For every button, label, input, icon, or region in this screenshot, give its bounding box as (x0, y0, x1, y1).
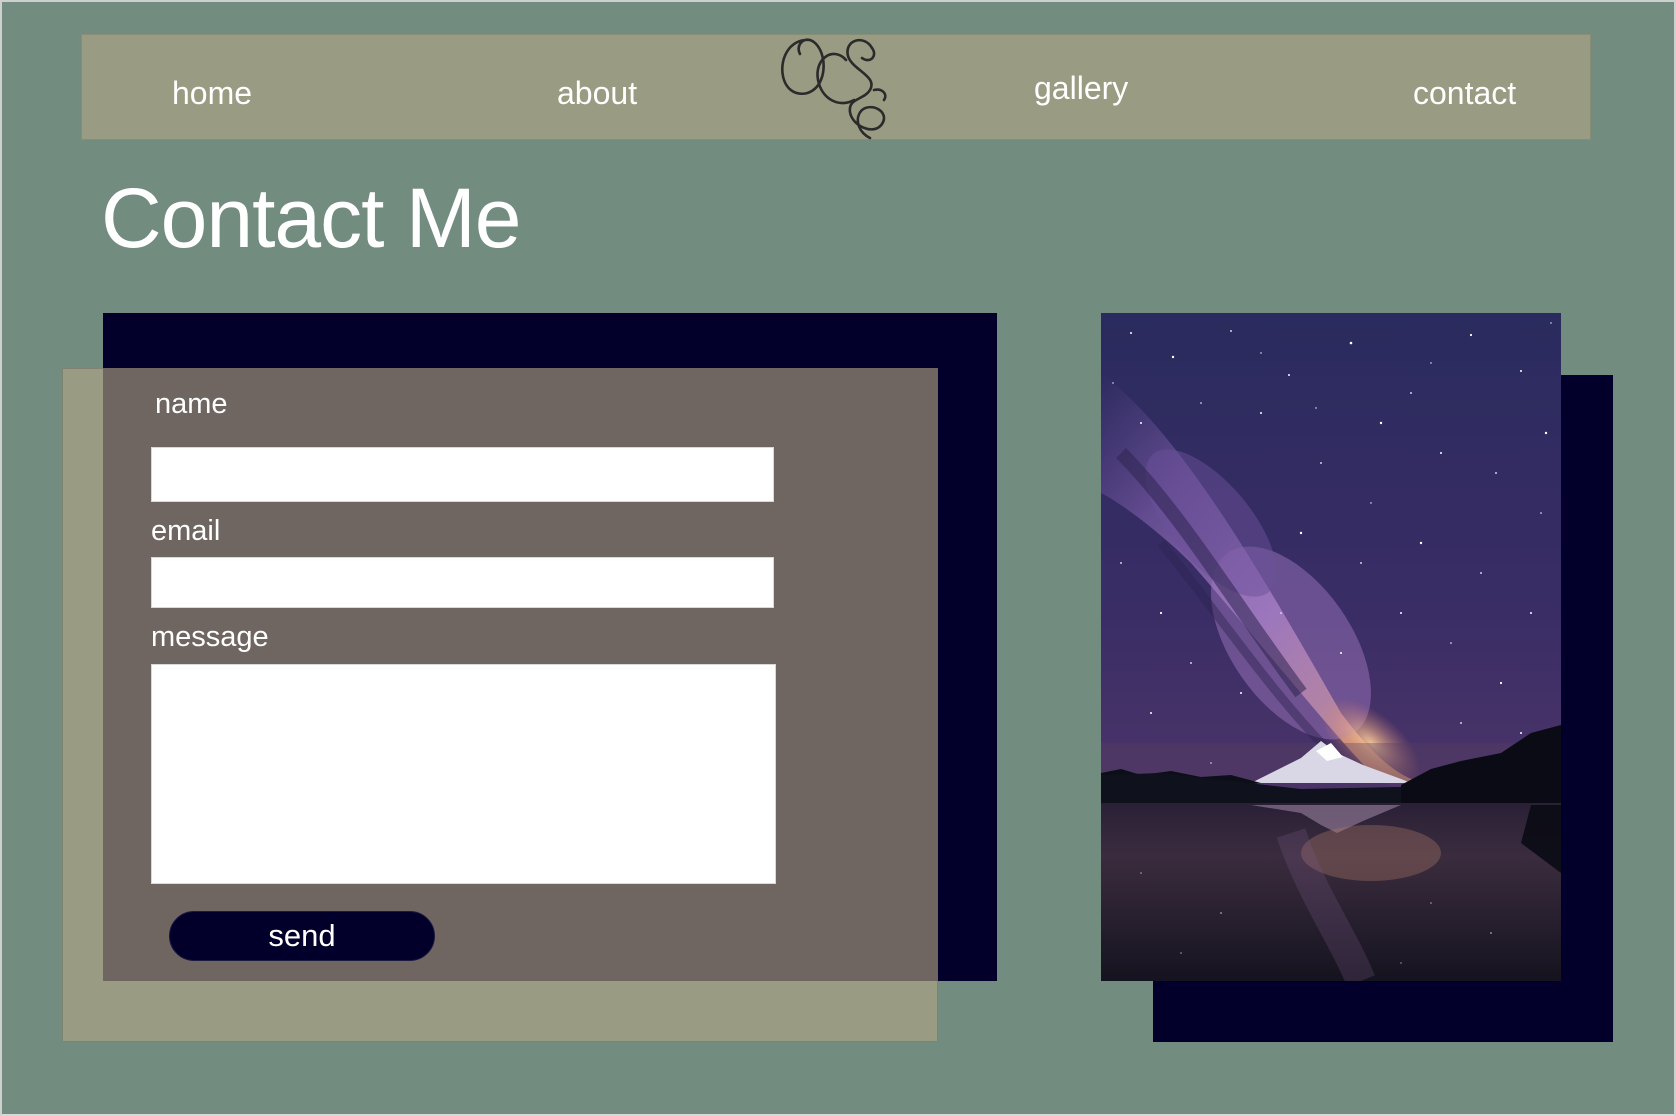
nav-link-about[interactable]: about (557, 77, 637, 109)
name-input[interactable] (151, 447, 774, 502)
milky-way-lake-photo (1101, 313, 1561, 981)
name-label: name (155, 388, 228, 420)
page-title: Contact Me (101, 171, 522, 265)
email-label: email (151, 515, 221, 547)
nav-link-gallery[interactable]: gallery (1034, 72, 1128, 104)
nav-link-home[interactable]: home (172, 77, 252, 109)
email-input[interactable] (151, 557, 774, 608)
message-label: message (151, 621, 269, 653)
nav-link-contact[interactable]: contact (1413, 77, 1516, 109)
message-textarea[interactable] (151, 664, 776, 884)
send-button[interactable]: send (169, 911, 435, 961)
script-monogram-logo[interactable] (774, 28, 904, 148)
